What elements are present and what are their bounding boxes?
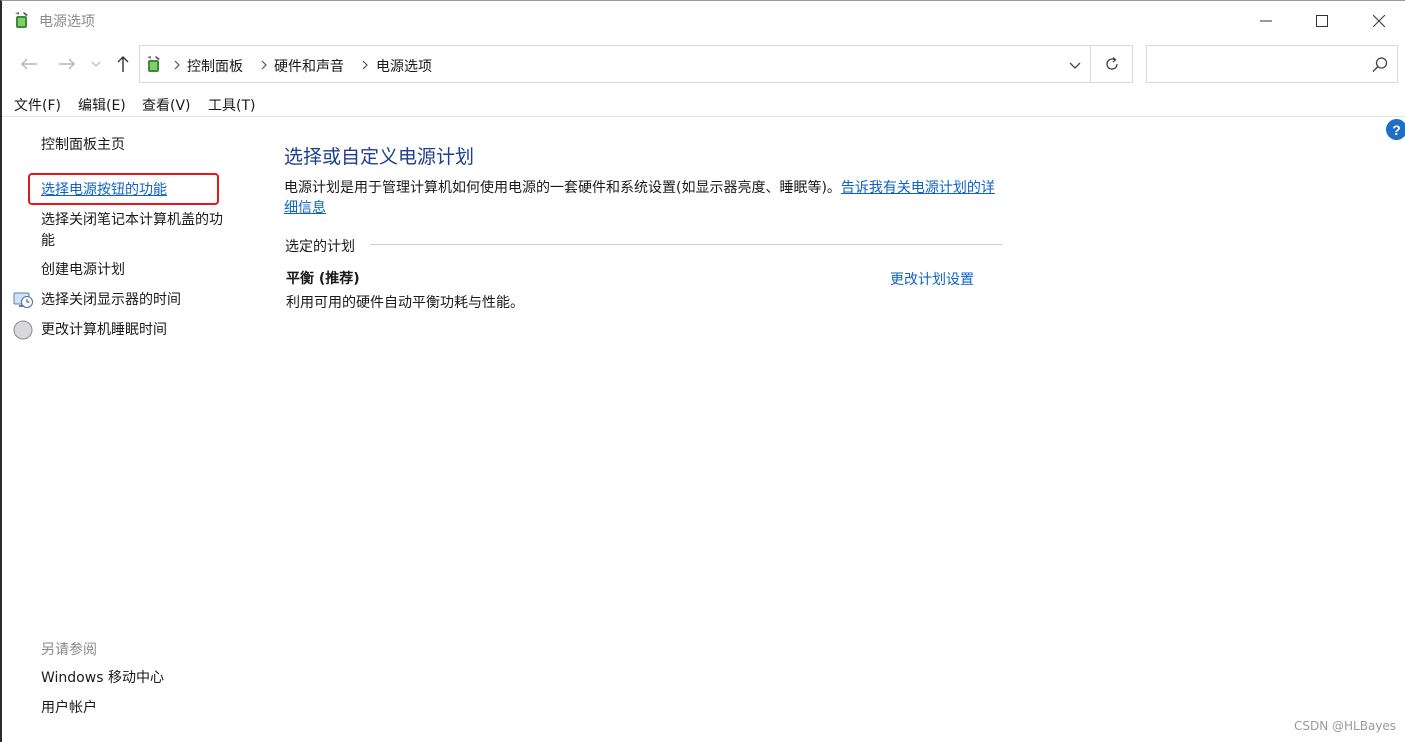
choose-lid-close-link[interactable]: 选择关闭笔记本计算机盖的功	[41, 210, 223, 231]
back-arrow-icon[interactable]	[18, 53, 40, 75]
page-description: 电源计划是用于管理计算机如何使用电源的一套硬件和系统设置(如显示器亮度、睡眠等)…	[284, 178, 1004, 218]
watermark: CSDN @HLBayes	[1294, 719, 1397, 733]
help-icon[interactable]: ?	[1386, 119, 1405, 140]
minimize-button[interactable]	[1238, 1, 1293, 41]
control-panel-window: 电源选项 控制面板 硬件和声音 电源选项 文件(F) 编辑(E) 查看(V) 工…	[0, 0, 1405, 742]
close-button[interactable]	[1351, 1, 1405, 41]
window-title: 电源选项	[39, 14, 95, 30]
power-options-icon	[144, 54, 164, 74]
user-accounts-link[interactable]: 用户帐户	[41, 698, 97, 719]
breadcrumb-hardware-sound[interactable]: 硬件和声音	[274, 56, 344, 76]
power-options-icon	[12, 10, 32, 30]
menu-bar: 文件(F) 编辑(E) 查看(V) 工具(T)	[2, 91, 1405, 117]
menu-view[interactable]: 查看(V)	[142, 95, 191, 115]
plan-description: 利用可用的硬件自动平衡功耗与性能。	[286, 295, 524, 311]
sleep-moon-icon	[12, 319, 34, 341]
choose-power-button-link[interactable]: 选择电源按钮的功能	[41, 180, 167, 201]
maximize-button[interactable]	[1294, 1, 1349, 41]
close-icon	[1372, 15, 1385, 27]
menu-tools[interactable]: 工具(T)	[208, 95, 255, 115]
change-plan-settings-link[interactable]: 更改计划设置	[890, 269, 974, 289]
up-arrow-icon[interactable]	[112, 53, 134, 75]
menu-file[interactable]: 文件(F)	[14, 95, 61, 115]
choose-lid-close-link-continued[interactable]: 能	[41, 231, 55, 252]
see-also-heading: 另请参阅	[41, 642, 97, 658]
menu-edit[interactable]: 编辑(E)	[78, 95, 126, 115]
breadcrumb-control-panel[interactable]: 控制面板	[187, 56, 243, 76]
page-title: 选择或自定义电源计划	[284, 146, 475, 168]
monitor-clock-icon	[12, 289, 34, 311]
section-divider	[370, 244, 1002, 245]
forward-arrow-icon[interactable]	[56, 53, 78, 75]
windows-mobility-center-link[interactable]: Windows 移动中心	[41, 668, 164, 689]
navigation-bar: 控制面板 硬件和声音 电源选项	[2, 45, 1405, 83]
breadcrumb-power-options[interactable]: 电源选项	[376, 56, 432, 76]
title-bar: 电源选项	[2, 1, 1405, 41]
refresh-button[interactable]	[1091, 45, 1133, 83]
chevron-right-icon	[172, 59, 182, 71]
selected-plan-heading: 选定的计划	[285, 239, 355, 255]
search-icon[interactable]	[1371, 56, 1389, 74]
choose-display-off-time-link[interactable]: 选择关闭显示器的时间	[41, 290, 181, 311]
search-input[interactable]	[1146, 45, 1398, 83]
control-panel-home-link[interactable]: 控制面板主页	[41, 135, 125, 156]
create-power-plan-link[interactable]: 创建电源计划	[41, 260, 125, 281]
plan-name: 平衡 (推荐)	[286, 271, 360, 287]
chevron-right-icon[interactable]	[259, 59, 269, 71]
maximize-icon	[1315, 15, 1328, 27]
description-text: 电源计划是用于管理计算机如何使用电源的一套硬件和系统设置(如显示器亮度、睡眠等)…	[284, 180, 841, 196]
address-bar[interactable]: 控制面板 硬件和声音 电源选项	[139, 45, 1091, 83]
change-sleep-time-link[interactable]: 更改计算机睡眠时间	[41, 320, 167, 341]
chevron-down-icon[interactable]	[87, 53, 105, 75]
minimize-icon	[1259, 20, 1272, 22]
chevron-down-icon[interactable]	[1068, 58, 1082, 72]
chevron-right-icon[interactable]	[360, 59, 370, 71]
refresh-icon	[1105, 57, 1118, 70]
